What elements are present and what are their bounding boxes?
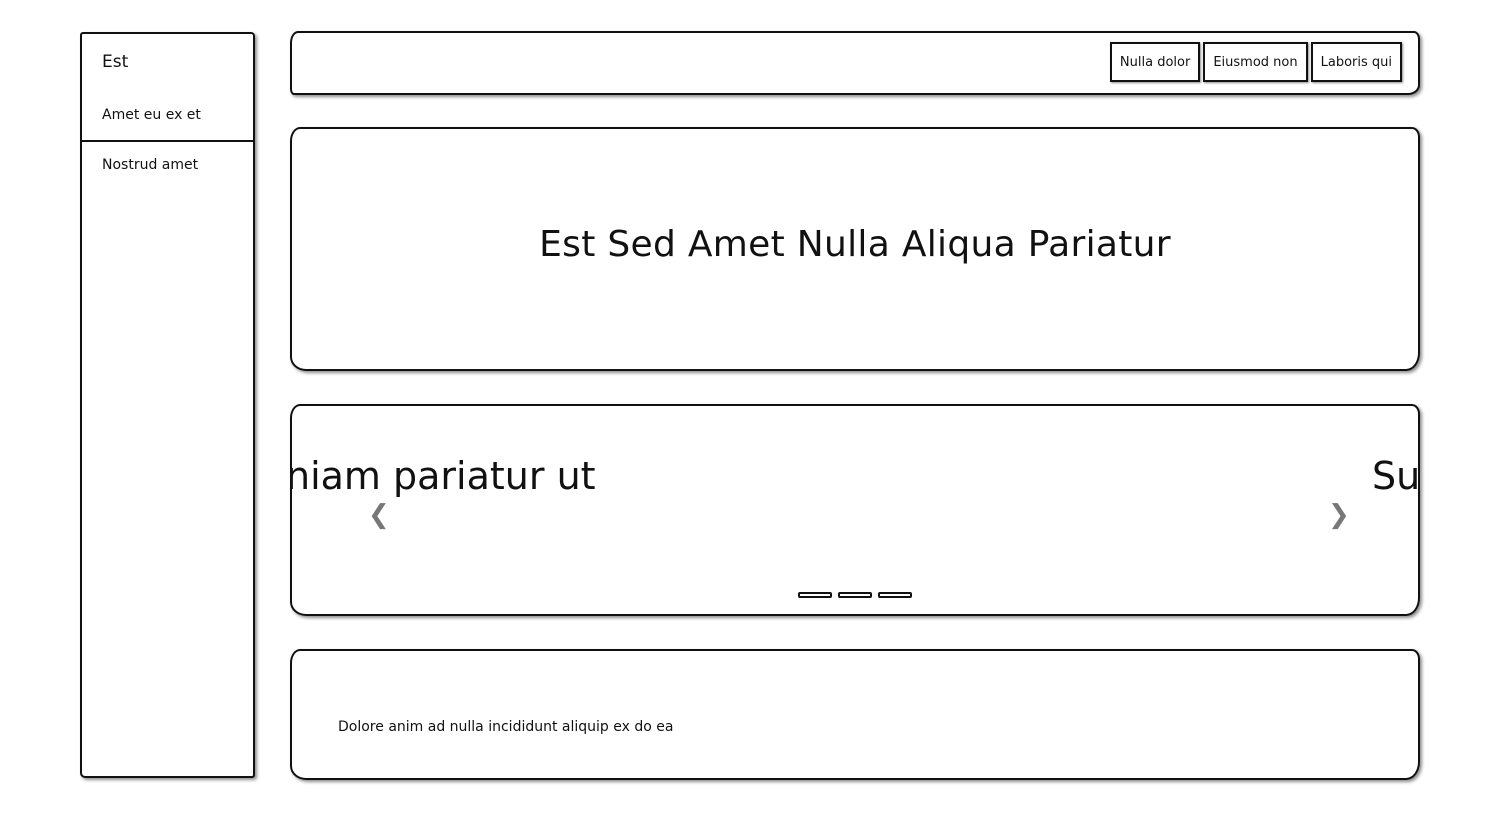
sidebar-item-amet-eu-ex-et[interactable]: Amet eu ex et	[102, 107, 201, 123]
top-nav: Nulla dolor Eiusmod non Laboris qui	[1109, 42, 1402, 82]
chevron-left-icon[interactable]: ❮	[368, 502, 390, 528]
sidebar-item-nostrud-amet[interactable]: Nostrud amet	[102, 157, 198, 173]
hero-title: Est Sed Amet Nulla Aliqua Pariatur	[539, 224, 1171, 265]
nav-button-eiusmod-non[interactable]: Eiusmod non	[1203, 42, 1308, 82]
carousel-indicators	[798, 592, 912, 598]
carousel-slide-caption-current: niam pariatur ut	[290, 454, 596, 498]
chevron-right-icon[interactable]: ❯	[1328, 502, 1350, 528]
carousel-indicator[interactable]	[838, 592, 872, 598]
carousel-indicator[interactable]	[878, 592, 912, 598]
carousel-indicator[interactable]	[798, 592, 832, 598]
carousel-slide-caption-next: Sur	[1372, 454, 1420, 498]
header-bar: Nulla dolor Eiusmod non Laboris qui	[290, 31, 1420, 95]
hero-banner: Est Sed Amet Nulla Aliqua Pariatur	[290, 127, 1420, 371]
nav-button-nulla-dolor[interactable]: Nulla dolor	[1109, 42, 1201, 82]
sidebar-title: Est	[102, 52, 129, 72]
card-text: Dolore anim ad nulla incididunt aliquip …	[338, 719, 674, 735]
nav-button-laboris-qui[interactable]: Laboris qui	[1310, 42, 1402, 82]
text-card: Dolore anim ad nulla incididunt aliquip …	[290, 649, 1420, 780]
sidebar-divider	[82, 140, 253, 142]
carousel: niam pariatur ut Sur ❮ ❯	[290, 404, 1420, 616]
sidebar: Est Amet eu ex et Nostrud amet	[80, 32, 255, 778]
page: Est Amet eu ex et Nostrud amet Nulla dol…	[0, 0, 1500, 813]
